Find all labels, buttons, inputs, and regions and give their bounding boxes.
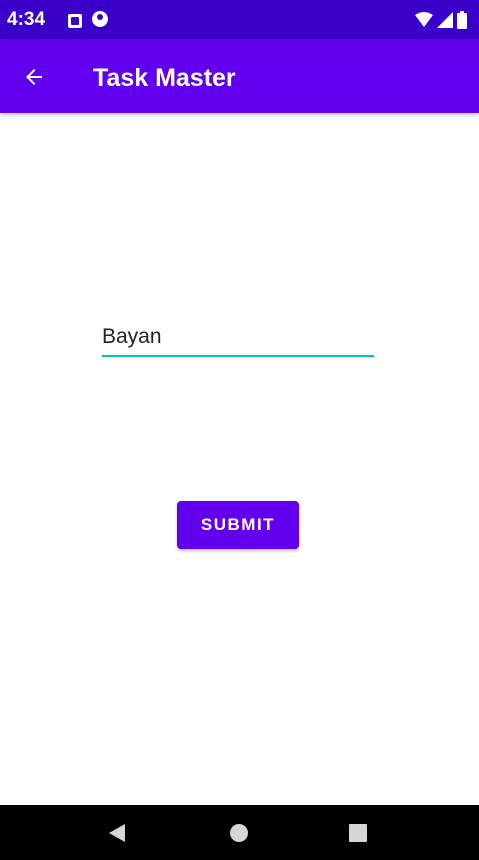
app-bar: Task Master bbox=[0, 39, 479, 113]
cell-signal-icon bbox=[437, 12, 453, 28]
submit-button[interactable]: SUBMIT bbox=[177, 501, 299, 549]
nav-home-icon bbox=[230, 824, 248, 842]
status-bar: 4:34 bbox=[0, 0, 479, 39]
notification-b-icon bbox=[92, 11, 108, 27]
system-nav-bar bbox=[0, 805, 479, 860]
status-time: 4:34 bbox=[7, 9, 46, 30]
nav-recents-icon bbox=[349, 824, 367, 842]
screen: 4:34 Task Master SUBMIT bbox=[0, 0, 479, 860]
nav-back-icon bbox=[109, 824, 125, 842]
name-field[interactable] bbox=[102, 320, 374, 358]
battery-icon bbox=[457, 11, 467, 29]
nav-home-button[interactable] bbox=[225, 819, 253, 847]
notification-a-icon bbox=[68, 14, 82, 28]
nav-recents-button[interactable] bbox=[344, 819, 372, 847]
name-field-underline bbox=[102, 355, 374, 357]
arrow-left-icon bbox=[26, 69, 42, 85]
name-input[interactable] bbox=[102, 320, 374, 354]
back-button[interactable] bbox=[18, 61, 50, 93]
app-title: Task Master bbox=[93, 64, 236, 92]
status-indicators bbox=[415, 10, 467, 30]
nav-back-button[interactable] bbox=[103, 819, 131, 847]
wifi-icon bbox=[415, 12, 433, 27]
